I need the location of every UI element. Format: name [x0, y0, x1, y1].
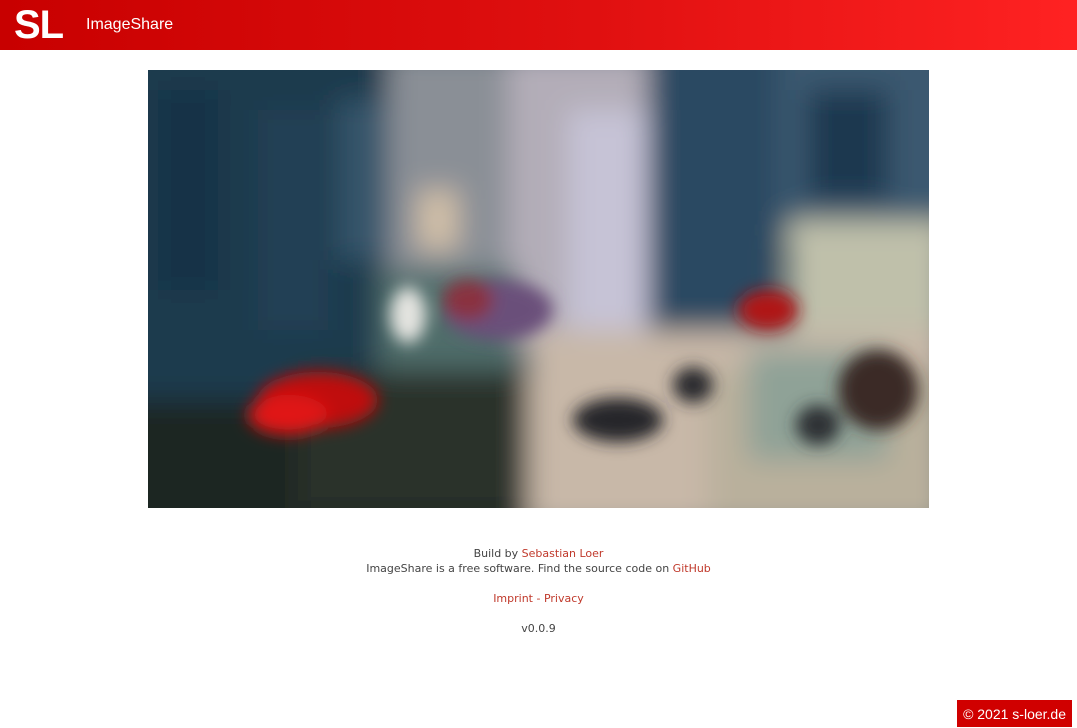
legal-separator: - [533, 592, 544, 605]
top-header-bar: SL ImageShare [0, 0, 1077, 50]
source-code-line: ImageShare is a free software. Find the … [0, 561, 1077, 576]
build-prefix-text: Build by [473, 547, 522, 560]
footer-spacer-2 [0, 606, 1077, 621]
privacy-link[interactable]: Privacy [544, 592, 584, 605]
copyright-badge: © 2021 s-loer.de [957, 700, 1072, 727]
imprint-link[interactable]: Imprint [493, 592, 533, 605]
app-title-link[interactable]: ImageShare [86, 15, 173, 35]
sl-logo[interactable]: SL [14, 3, 64, 47]
legal-links-line: Imprint - Privacy [0, 591, 1077, 606]
build-credit-line: Build by Sebastian Loer [0, 546, 1077, 561]
shared-image [148, 70, 929, 508]
author-link[interactable]: Sebastian Loer [522, 547, 604, 560]
github-link[interactable]: GitHub [673, 562, 711, 575]
source-text: ImageShare is a free software. Find the … [366, 562, 673, 575]
version-label: v0.0.9 [521, 622, 556, 635]
footer-spacer [0, 576, 1077, 591]
page-footer: Build by Sebastian Loer ImageShare is a … [0, 546, 1077, 636]
